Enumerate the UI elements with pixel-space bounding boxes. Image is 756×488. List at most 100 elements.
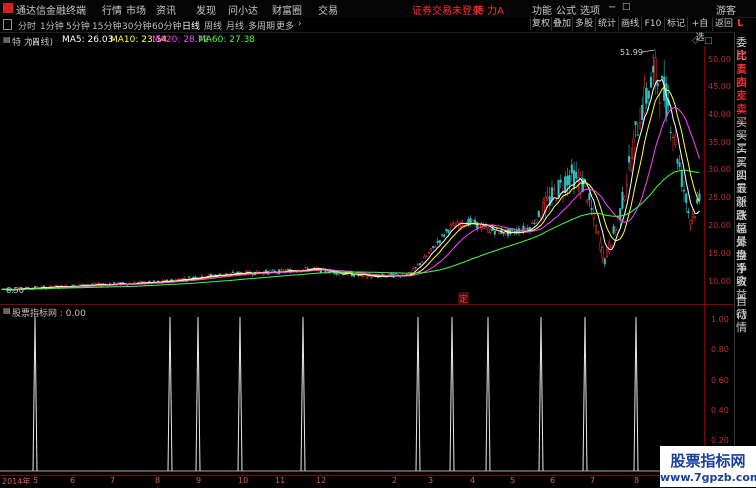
x-tick: 2 xyxy=(392,476,398,485)
btn-f10[interactable]: F10 xyxy=(641,17,664,31)
candle-body xyxy=(588,192,591,200)
signal-spike xyxy=(237,316,243,472)
candle-body xyxy=(302,269,305,271)
candle-body xyxy=(599,242,602,251)
candle-body xyxy=(660,76,664,79)
candle-body xyxy=(286,269,290,271)
candle-body xyxy=(656,82,659,87)
candle-body xyxy=(555,199,558,201)
period-weekly[interactable]: 周线 xyxy=(204,19,222,32)
candle-body xyxy=(643,86,646,114)
period-monthly[interactable]: 月线 xyxy=(226,19,244,32)
btn-overlay[interactable]: 叠加 xyxy=(551,17,572,31)
x-tick: 8 xyxy=(155,476,161,485)
btn-watchlist[interactable]: +自选 xyxy=(687,17,712,43)
candle-body xyxy=(113,282,116,285)
candle-body xyxy=(489,229,492,233)
menu-quotes[interactable]: 行情 xyxy=(102,2,122,17)
btn-stats[interactable]: 统计 xyxy=(595,17,618,31)
period-30min[interactable]: 30分钟 xyxy=(122,19,151,32)
period-more[interactable]: 更多 xyxy=(276,19,294,32)
candle-body xyxy=(632,138,635,159)
candle-body xyxy=(42,285,45,287)
candle-body xyxy=(469,217,472,224)
candle-body xyxy=(674,135,677,146)
candle-body xyxy=(698,193,701,201)
period-daily[interactable]: 日线 xyxy=(182,19,200,32)
candle-body xyxy=(449,224,452,228)
maximize-icon[interactable]: □ xyxy=(622,2,631,12)
menu-wealth[interactable]: 财富圈 xyxy=(272,2,302,17)
candle-body xyxy=(665,83,668,117)
zoom-icon[interactable]: □ xyxy=(704,36,713,46)
candle-body xyxy=(421,261,424,263)
menu-ask[interactable]: 问小达 xyxy=(228,2,258,17)
signal-spike xyxy=(32,316,38,472)
candle-body xyxy=(566,175,569,186)
candle-body xyxy=(564,176,567,193)
x-tick-year: 2014年 xyxy=(2,477,31,486)
candle-body xyxy=(557,180,560,198)
candle-body xyxy=(533,222,536,224)
menu-options[interactable]: 选项 xyxy=(580,2,600,17)
sidebar-toggle-icon[interactable] xyxy=(3,19,12,30)
candle-body xyxy=(645,87,648,104)
period-60min[interactable]: 60分钟 xyxy=(152,19,181,32)
period-1min[interactable]: 1分钟 xyxy=(40,19,64,32)
menu-news[interactable]: 资讯 xyxy=(156,2,176,17)
login-notice[interactable]: 证券交易未登录 xyxy=(412,2,482,17)
candle-body xyxy=(438,240,441,244)
candle-body xyxy=(625,184,628,187)
candle-body xyxy=(682,189,686,192)
settings-diamond-icon[interactable]: ◇ xyxy=(692,36,699,46)
candle-body xyxy=(511,228,514,231)
x-tick: 6 xyxy=(550,476,556,485)
btn-draw[interactable]: 画线 xyxy=(618,17,641,31)
watermark-url: www.7gpzb.com xyxy=(660,471,756,484)
btn-adjust[interactable]: 复权 xyxy=(530,17,551,31)
period-5min[interactable]: 5分钟 xyxy=(66,19,90,32)
candle-body xyxy=(537,210,540,218)
candle-body xyxy=(524,227,527,230)
candle-body xyxy=(572,170,576,190)
candle-body xyxy=(176,278,180,280)
candle-body xyxy=(568,175,571,185)
menu-discover[interactable]: 发现 xyxy=(196,2,216,17)
more-arrow-icon[interactable]: › xyxy=(298,19,302,29)
candle-body xyxy=(691,213,694,218)
candle-body xyxy=(685,193,688,203)
candle-body xyxy=(394,273,397,275)
high-marker-line xyxy=(641,49,656,53)
ma60-line xyxy=(2,169,700,291)
menu-function[interactable]: 功能 xyxy=(532,2,552,17)
menu-trade[interactable]: 交易 xyxy=(318,2,338,17)
menu-market[interactable]: 市场 xyxy=(126,2,146,17)
candle-body xyxy=(412,268,415,272)
candle-body xyxy=(590,208,593,211)
menu-formula[interactable]: 公式 xyxy=(556,2,576,17)
candle-body xyxy=(434,246,437,249)
x-tick: 8 xyxy=(634,476,640,485)
x-tick: 5 xyxy=(510,476,516,485)
app-logo-icon xyxy=(3,3,13,13)
btn-back[interactable]: 返回 xyxy=(712,17,735,31)
minimize-icon[interactable]: − xyxy=(608,2,616,13)
period-15min[interactable]: 15分钟 xyxy=(92,19,121,32)
signal-spike xyxy=(449,316,455,472)
period-tick[interactable]: 分时 xyxy=(18,19,36,32)
candle-body xyxy=(423,256,426,259)
indicator-chart[interactable] xyxy=(0,305,704,475)
btn-mark[interactable]: 标记 xyxy=(664,17,687,31)
candle-body xyxy=(443,234,446,237)
x-tick: 10 xyxy=(238,476,249,485)
candle-body xyxy=(550,187,554,201)
btn-multi[interactable]: 多股 xyxy=(572,17,595,31)
chart-menu-icon[interactable]: ▤ xyxy=(3,35,11,44)
period-multi[interactable]: 多周期 xyxy=(248,19,275,32)
kline-chart[interactable] xyxy=(0,46,704,304)
candle-body xyxy=(187,276,191,278)
side-panel-item[interactable]: 行情 xyxy=(736,308,756,334)
side-top-label[interactable]: L xyxy=(737,18,743,29)
candle-body xyxy=(487,227,490,233)
user-label[interactable]: 游客 xyxy=(716,2,736,17)
